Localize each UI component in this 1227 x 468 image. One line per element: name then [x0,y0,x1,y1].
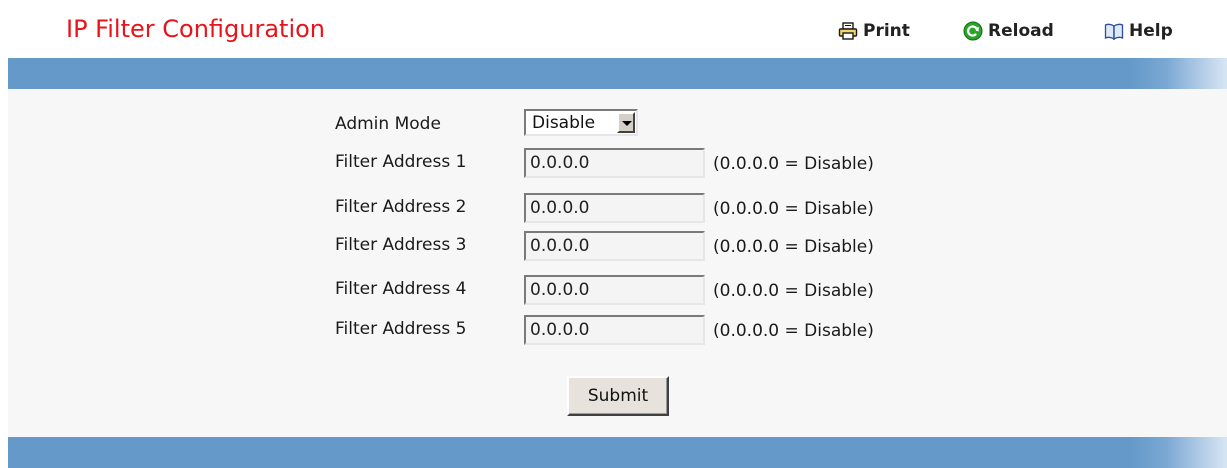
admin-mode-value: Disable [532,113,596,133]
filter-address-2-input[interactable] [524,193,705,223]
filter-address-4-input[interactable] [524,275,705,305]
filter-address-hint: (0.0.0.0 = Disable) [713,237,874,257]
filter-address-row: Filter Address 1 (0.0.0.0 = Disable) [0,148,1227,178]
filter-address-label: Filter Address 1 [335,152,467,172]
filter-address-label: Filter Address 3 [335,235,467,255]
printer-icon [838,22,858,40]
help-button[interactable]: Help [1104,20,1173,42]
header-divider-bar [8,58,1227,89]
footer-divider-bar [8,437,1227,468]
filter-address-5-input[interactable] [524,315,705,345]
filter-address-row: Filter Address 3 (0.0.0.0 = Disable) [0,231,1227,261]
reload-button[interactable]: Reload [963,20,1054,42]
page: IP Filter Configuration Print Reload Hel… [0,0,1227,468]
admin-mode-label: Admin Mode [335,114,441,134]
filter-address-row: Filter Address 4 (0.0.0.0 = Disable) [0,275,1227,305]
chevron-down-icon[interactable] [617,112,635,133]
page-title: IP Filter Configuration [66,15,326,43]
help-label: Help [1129,21,1173,41]
filter-address-1-input[interactable] [524,148,705,178]
filter-address-3-input[interactable] [524,231,705,261]
reload-icon [963,21,983,41]
submit-button[interactable]: Submit [567,376,669,416]
filter-address-row: Filter Address 2 (0.0.0.0 = Disable) [0,193,1227,223]
admin-mode-select[interactable]: Disable [524,109,638,136]
help-book-icon [1104,22,1124,40]
filter-address-hint: (0.0.0.0 = Disable) [713,199,874,219]
filter-address-hint: (0.0.0.0 = Disable) [713,154,874,174]
filter-address-label: Filter Address 2 [335,197,467,217]
filter-address-row: Filter Address 5 (0.0.0.0 = Disable) [0,315,1227,345]
reload-label: Reload [988,21,1054,41]
admin-mode-row: Admin Mode Disable [0,109,1227,139]
print-label: Print [863,21,910,41]
filter-address-hint: (0.0.0.0 = Disable) [713,281,874,301]
filter-address-hint: (0.0.0.0 = Disable) [713,321,874,341]
filter-address-label: Filter Address 4 [335,279,467,299]
print-button[interactable]: Print [838,20,910,42]
filter-address-label: Filter Address 5 [335,319,467,339]
